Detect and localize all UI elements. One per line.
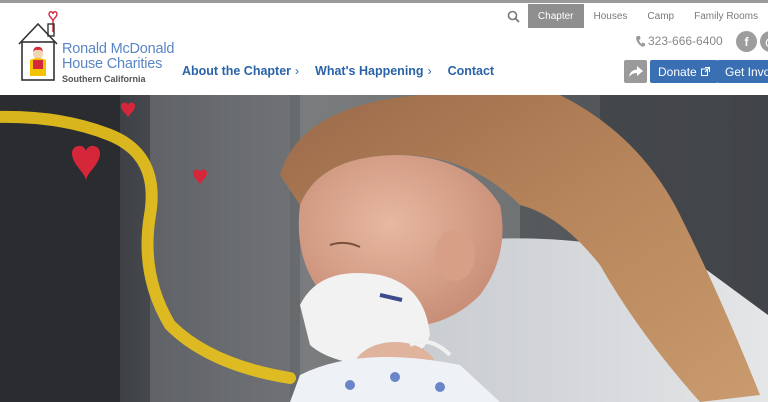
share-arrow-icon xyxy=(628,65,643,77)
logo-subtitle: Southern California xyxy=(62,74,146,84)
instagram-icon[interactable]: ◎ xyxy=(760,31,768,52)
main-nav: About the Chapter › What's Happening › C… xyxy=(182,64,494,78)
rmhc-logo[interactable]: Ronald McDonald House Charities Southern… xyxy=(16,10,186,86)
house-logo-icon xyxy=(18,11,58,81)
tab-camp[interactable]: Camp xyxy=(637,4,684,28)
facebook-icon[interactable]: f xyxy=(736,31,757,52)
chevron-right-icon: › xyxy=(295,64,300,78)
search-icon[interactable] xyxy=(500,4,528,28)
nav-whats-happening[interactable]: What's Happening › xyxy=(315,64,432,78)
share-button[interactable] xyxy=(624,60,647,83)
tab-chapter[interactable]: Chapter xyxy=(527,4,584,28)
utility-nav: Chapter Houses Camp Family Rooms xyxy=(500,4,768,28)
nav-contact[interactable]: Contact xyxy=(448,64,495,78)
chevron-right-icon: › xyxy=(427,64,432,78)
tab-houses[interactable]: Houses xyxy=(584,4,638,28)
logo-name: Ronald McDonald House Charities xyxy=(62,41,175,72)
top-accent-bar xyxy=(0,0,768,3)
get-involved-button[interactable]: Get Invo xyxy=(717,60,768,83)
heart-icon xyxy=(121,102,135,118)
phone-link[interactable]: 323-666-6400 xyxy=(636,34,723,48)
external-link-icon xyxy=(700,67,710,76)
tab-family-rooms[interactable]: Family Rooms xyxy=(684,4,768,28)
nav-about-the-chapter[interactable]: About the Chapter › xyxy=(182,64,299,78)
donate-button[interactable]: Donate xyxy=(650,60,718,83)
hero-photo xyxy=(0,95,768,402)
phone-icon xyxy=(636,35,645,47)
hero-image xyxy=(0,95,768,402)
